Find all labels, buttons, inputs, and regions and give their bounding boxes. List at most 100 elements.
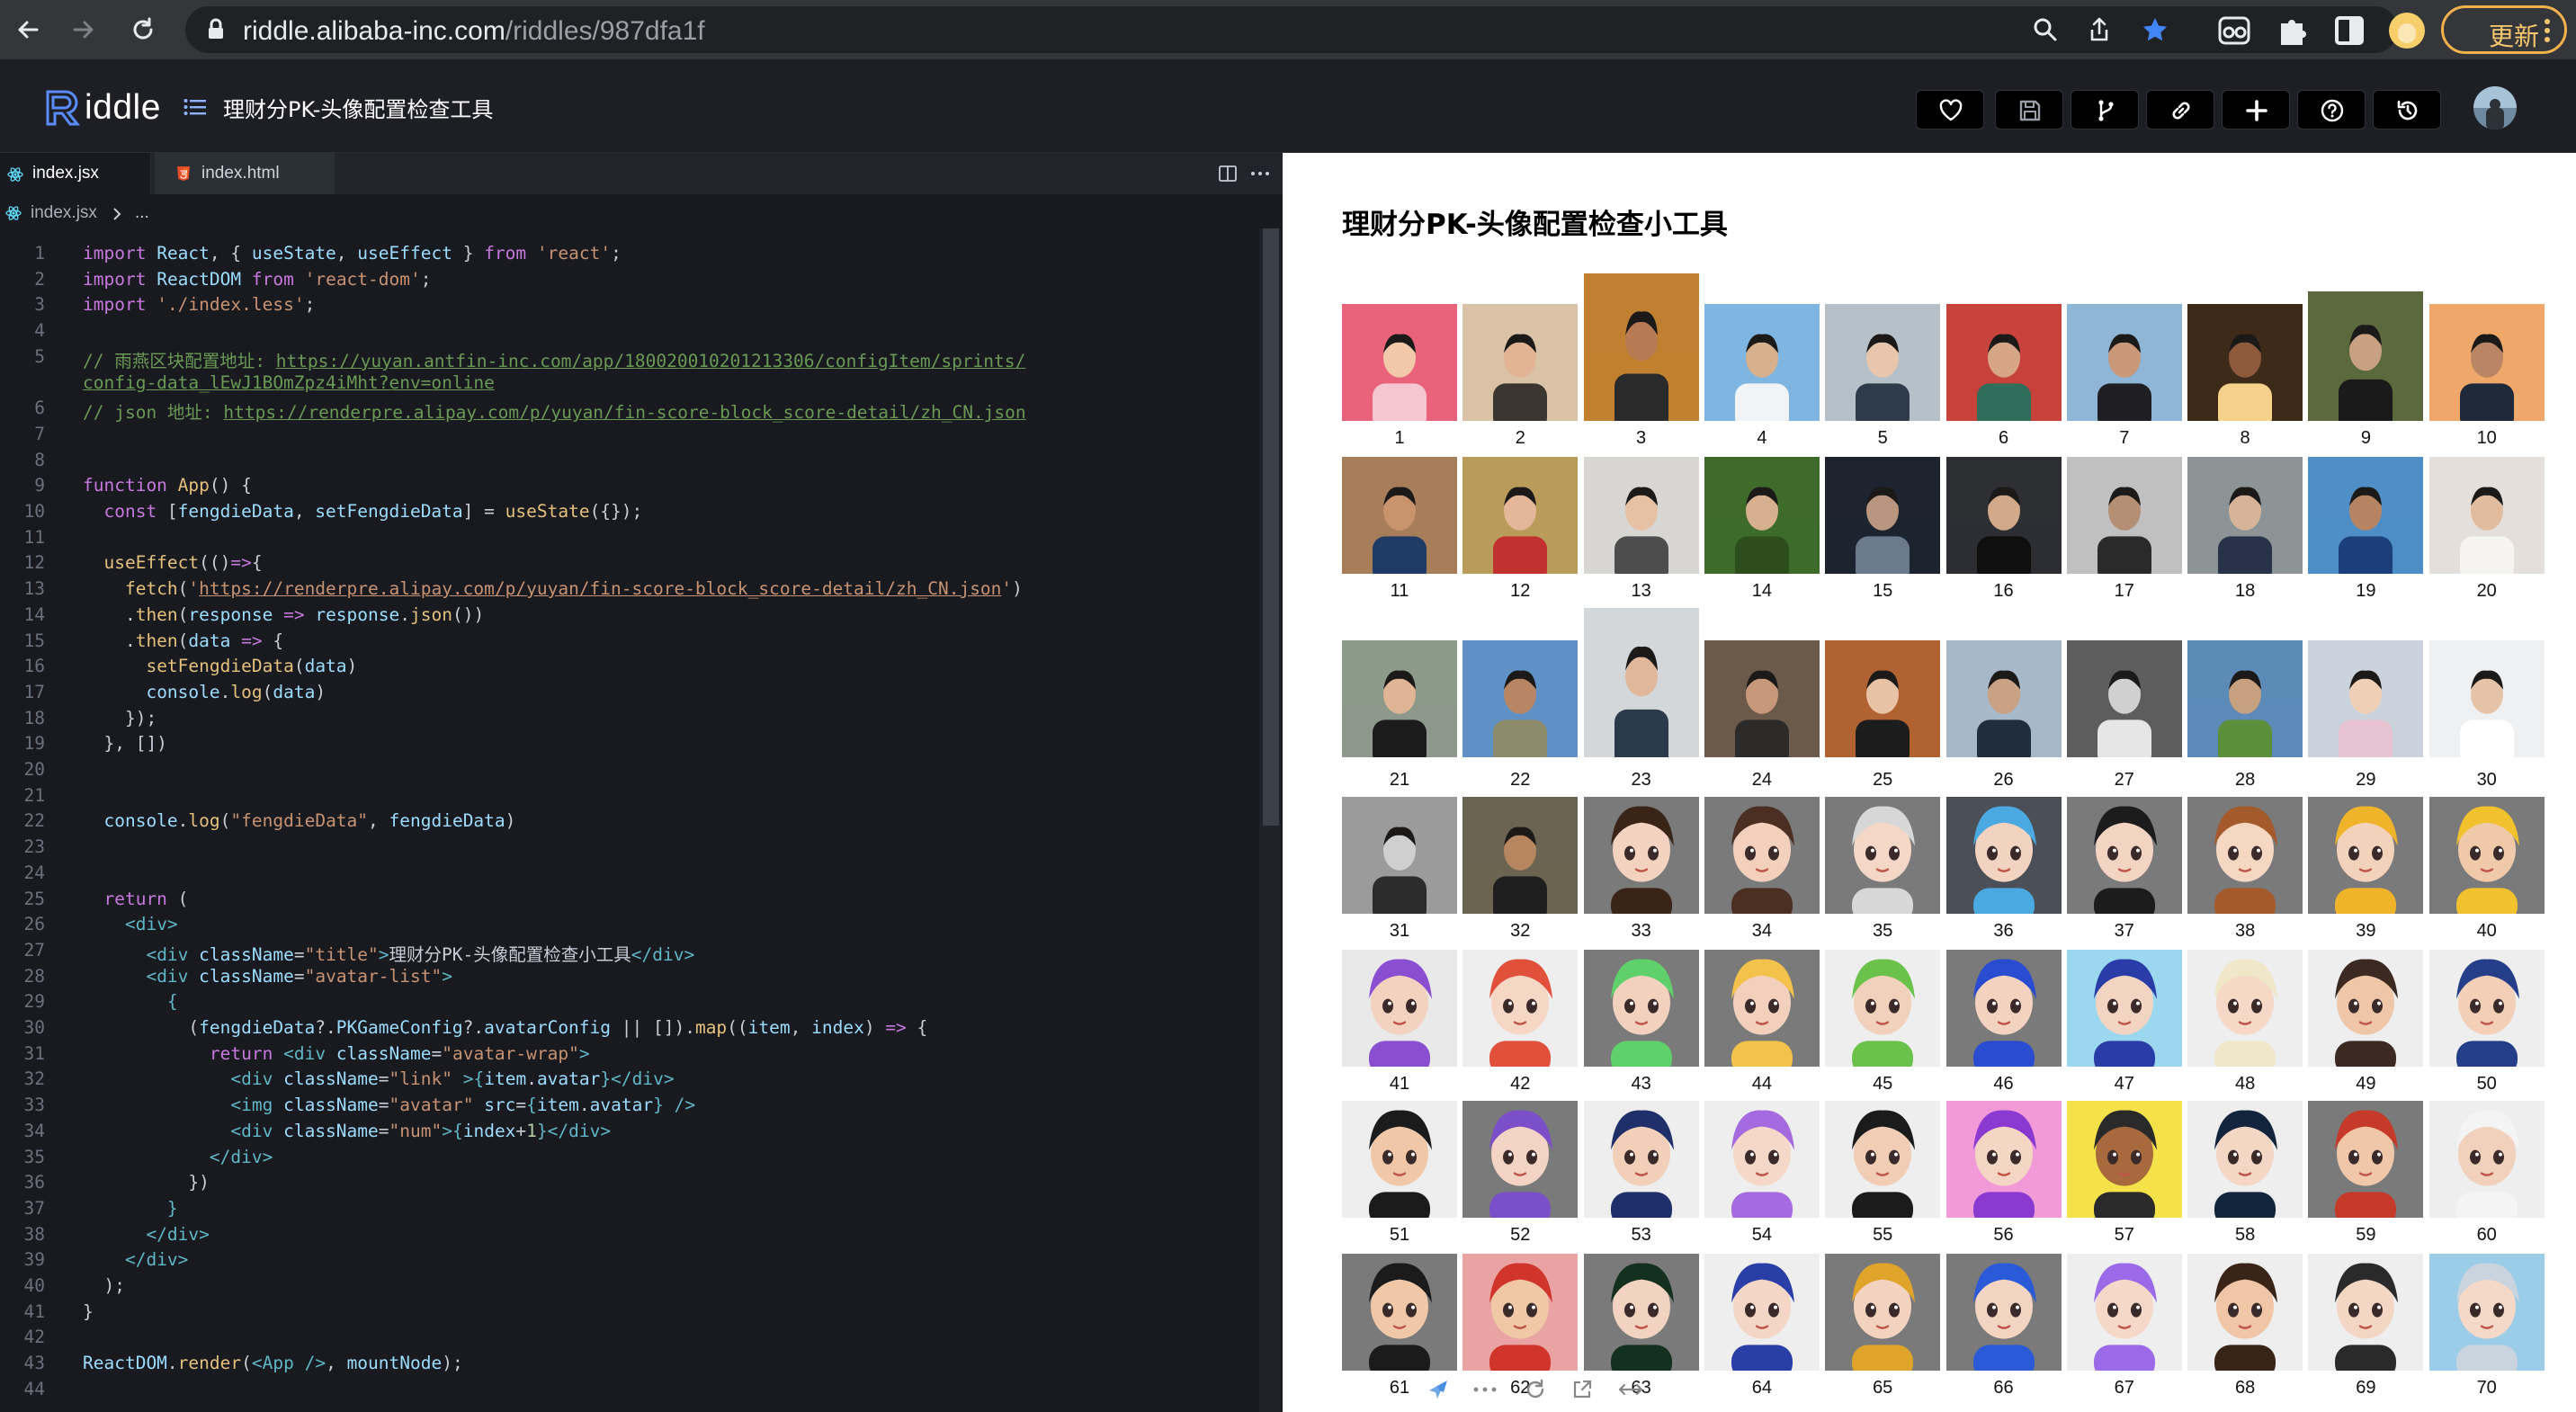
share-link-button[interactable] xyxy=(2146,90,2214,130)
code-line[interactable]: 11 xyxy=(0,527,1259,552)
avatar-image[interactable] xyxy=(1825,640,1941,757)
code-line[interactable]: 29 { xyxy=(0,991,1259,1016)
avatar-image[interactable] xyxy=(2308,640,2424,757)
code-line[interactable]: 34 <div className="num">{index+1}</div> xyxy=(0,1121,1259,1146)
riddle-logo[interactable]: iddle xyxy=(45,88,160,128)
avatar-image[interactable] xyxy=(2308,291,2424,421)
avatar-image[interactable] xyxy=(2428,1101,2545,1218)
code-line[interactable]: 35 </div> xyxy=(0,1147,1259,1172)
code-line[interactable]: 21 xyxy=(0,785,1259,810)
avatar-image[interactable] xyxy=(1945,1101,2062,1218)
avatar-image[interactable] xyxy=(1704,950,1820,1067)
avatar-image[interactable] xyxy=(1704,640,1820,757)
code-line[interactable]: 43 ReactDOM.render(<App />, mountNode); xyxy=(0,1353,1259,1378)
avatar-image[interactable] xyxy=(1462,1254,1579,1371)
avatar-image[interactable] xyxy=(1583,950,1699,1067)
fork-button[interactable] xyxy=(2071,90,2139,130)
avatar-image[interactable] xyxy=(1945,1254,2062,1371)
url-text[interactable]: riddle.alibaba-inc.com/riddles/987dfa1f xyxy=(243,16,705,47)
avatar-image[interactable] xyxy=(1945,304,2062,421)
breadcrumb-symbol[interactable]: ... xyxy=(135,203,149,223)
avatar-image[interactable] xyxy=(1583,457,1699,574)
code-line[interactable]: 2 import ReactDOM from 'react-dom'; xyxy=(0,269,1259,294)
code-line[interactable]: 6 // json 地址: https://renderpre.alipay.co… xyxy=(0,398,1259,423)
refresh-icon[interactable] xyxy=(1524,1378,1547,1401)
code-line[interactable]: 41} xyxy=(0,1301,1259,1327)
code-line[interactable]: 22 console.log("fengdieData", fengdieDat… xyxy=(0,810,1259,836)
code-line[interactable]: 24 xyxy=(0,862,1259,888)
project-title[interactable]: 理财分PK-头像配置检查工具 xyxy=(223,92,493,123)
code-line[interactable]: 13 fetch('https://renderpre.alipay.com/p… xyxy=(0,578,1259,603)
split-editor-icon[interactable] xyxy=(1218,164,1238,183)
code-line[interactable]: 31 return <div className="avatar-wrap"> xyxy=(0,1043,1259,1068)
tab-index-jsx[interactable]: index.jsx xyxy=(0,153,151,194)
avatar-image[interactable] xyxy=(2066,950,2182,1067)
code-line[interactable]: 33 <img className="avatar" src={item.ava… xyxy=(0,1095,1259,1120)
avatar-image[interactable] xyxy=(1945,950,2062,1067)
code-line[interactable]: 15 .then(data => { xyxy=(0,630,1259,656)
share-icon[interactable] xyxy=(2085,15,2114,44)
avatar-image[interactable] xyxy=(2187,640,2303,757)
code-line[interactable]: 28 <div className="avatar-list"> xyxy=(0,966,1259,991)
avatar-image[interactable] xyxy=(1825,1101,1941,1218)
reload-button[interactable] xyxy=(121,7,165,52)
code-line[interactable]: 26 <div> xyxy=(0,914,1259,939)
avatar-image[interactable] xyxy=(1704,304,1820,421)
avatar-image[interactable] xyxy=(1825,797,1941,914)
update-button[interactable]: 更新 xyxy=(2441,5,2567,54)
avatar-image[interactable] xyxy=(1462,950,1579,1067)
like-button[interactable] xyxy=(1916,90,1984,130)
back-button[interactable] xyxy=(5,7,50,52)
avatar-image[interactable] xyxy=(2066,457,2182,574)
code-line[interactable]: 23 xyxy=(0,836,1259,862)
code-line[interactable]: 8 xyxy=(0,450,1259,475)
code-line[interactable]: 30 (fengdieData?.PKGameConfig?.avatarCon… xyxy=(0,1017,1259,1042)
save-button[interactable] xyxy=(1995,90,2063,130)
code-line[interactable]: 32 <div className="link" >{item.avatar}<… xyxy=(0,1068,1259,1094)
avatar-image[interactable] xyxy=(2187,304,2303,421)
avatar-image[interactable] xyxy=(1825,457,1941,574)
extensions-puzzle-icon[interactable] xyxy=(2274,13,2310,49)
new-button[interactable] xyxy=(2222,90,2290,130)
editor-scrollbar-thumb[interactable] xyxy=(1263,228,1279,826)
avatar-image[interactable] xyxy=(1462,304,1579,421)
code-line[interactable]: 14 .then(response => response.json()) xyxy=(0,604,1259,630)
code-line[interactable]: 39 </div> xyxy=(0,1249,1259,1274)
avatar-image[interactable] xyxy=(2066,304,2182,421)
avatar-image[interactable] xyxy=(1583,608,1699,757)
more-icon[interactable] xyxy=(1473,1387,1497,1392)
code-line[interactable]: 36 }) xyxy=(0,1172,1259,1197)
user-avatar[interactable] xyxy=(2473,86,2517,130)
code-line[interactable]: 3 import './index.less'; xyxy=(0,294,1259,319)
resize-horizontal-icon[interactable] xyxy=(1617,1380,1644,1399)
code-line[interactable]: 10 const [fengdieData, setFengdieData] =… xyxy=(0,501,1259,526)
code-line[interactable]: 4 xyxy=(0,320,1259,345)
code-line[interactable]: 25 return ( xyxy=(0,889,1259,914)
more-actions-icon[interactable] xyxy=(1250,171,1270,176)
avatar-image[interactable] xyxy=(2187,457,2303,574)
avatar-image[interactable] xyxy=(1342,304,1457,421)
code-content[interactable]: 1 import React, { useState, useEffect } f… xyxy=(0,243,1259,1412)
avatar-image[interactable] xyxy=(1945,640,2062,757)
avatar-image[interactable] xyxy=(1462,640,1579,757)
profile-avatar[interactable] xyxy=(2389,13,2425,49)
reading-glasses-icon[interactable] xyxy=(2216,13,2252,49)
avatar-image[interactable] xyxy=(1462,457,1579,574)
code-line[interactable]: 38 </div> xyxy=(0,1224,1259,1249)
list-icon[interactable] xyxy=(183,98,207,116)
avatar-image[interactable] xyxy=(2187,1101,2303,1218)
avatar-image[interactable] xyxy=(2308,797,2424,914)
avatar-image[interactable] xyxy=(2187,797,2303,914)
avatar-image[interactable] xyxy=(2428,950,2545,1067)
zoom-icon[interactable] xyxy=(2031,15,2060,44)
code-line[interactable]: 16 setFengdieData(data) xyxy=(0,656,1259,681)
avatar-image[interactable] xyxy=(1342,1254,1457,1371)
avatar-image[interactable] xyxy=(2066,1254,2182,1371)
avatar-image[interactable] xyxy=(2308,1254,2424,1371)
code-line[interactable]: 19 }, []) xyxy=(0,733,1259,758)
avatar-image[interactable] xyxy=(1342,640,1457,757)
code-line[interactable]: 5 // 雨燕区块配置地址: https://yuyan.antfin-inc.c… xyxy=(0,346,1259,371)
side-panel-icon[interactable] xyxy=(2331,13,2367,49)
code-line[interactable]: 27 <div className="title">理财分PK-头像配置检查小工… xyxy=(0,940,1259,965)
avatar-image[interactable] xyxy=(1704,1101,1820,1218)
